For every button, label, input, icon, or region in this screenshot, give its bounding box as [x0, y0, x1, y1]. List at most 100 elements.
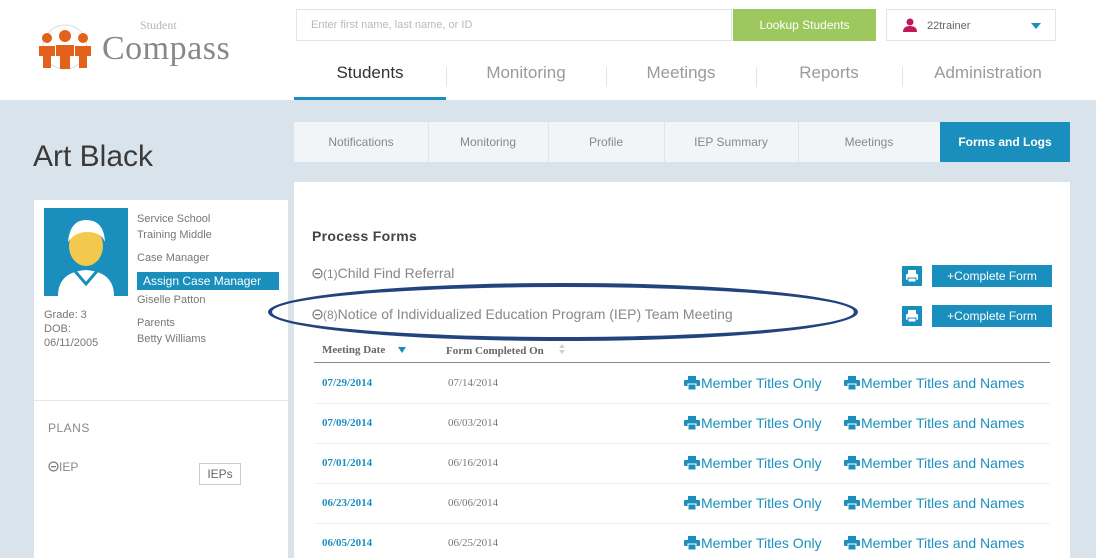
case-manager-value: Giselle Patton	[137, 294, 206, 306]
nav-administration[interactable]: Administration	[902, 63, 1074, 83]
printer-icon	[844, 376, 860, 390]
student-compass-logo[interactable]: Student Compass	[20, 10, 260, 90]
form-name: Notice of Individualized Education Progr…	[337, 306, 733, 322]
nav-students[interactable]: Students	[294, 63, 446, 83]
completed-on-value: 06/03/2014	[448, 417, 499, 429]
user-icon	[903, 18, 917, 32]
lookup-students-button[interactable]: Lookup Students	[733, 9, 876, 41]
column-header-label: Form Completed On	[446, 345, 544, 357]
sort-down-icon[interactable]	[397, 347, 406, 353]
printer-icon	[906, 310, 918, 323]
tab-iep-summary[interactable]: IEP Summary	[664, 122, 798, 162]
table-row: 07/29/2014 07/14/2014 Member Titles Only…	[314, 364, 1050, 404]
printer-icon	[844, 536, 860, 550]
student-name-heading: Art Black	[33, 140, 154, 173]
link-label: Member Titles Only	[701, 535, 822, 551]
link-label: Member Titles and Names	[861, 375, 1025, 391]
nav-monitoring[interactable]: Monitoring	[446, 63, 606, 83]
completed-on-value: 06/06/2014	[448, 497, 499, 509]
grade-value: Grade: 3	[44, 309, 87, 321]
printer-icon	[684, 416, 700, 430]
form-name: Child Find Referral	[337, 265, 455, 281]
tab-forms-and-logs[interactable]: Forms and Logs	[940, 122, 1070, 162]
column-header-meeting-date[interactable]: Meeting Date	[322, 344, 406, 356]
link-label: Member Titles and Names	[861, 415, 1025, 431]
completed-on-value: 06/16/2014	[448, 457, 499, 469]
expand-circle-icon[interactable]	[48, 461, 59, 472]
member-titles-only-link[interactable]: Member Titles Only	[684, 495, 822, 511]
printer-icon	[684, 376, 700, 390]
link-label: Member Titles Only	[701, 455, 822, 471]
member-titles-only-link[interactable]: Member Titles Only	[684, 455, 822, 471]
assign-case-manager-button[interactable]: Assign Case Manager	[137, 272, 279, 290]
process-forms-title: Process Forms	[312, 228, 418, 244]
nav-reports[interactable]: Reports	[756, 63, 902, 83]
student-avatar	[44, 208, 128, 296]
tab-notifications[interactable]: Notifications	[294, 122, 428, 162]
member-titles-and-names-link[interactable]: Member Titles and Names	[844, 535, 1024, 551]
table-row: 06/05/2014 06/25/2014 Member Titles Only…	[314, 524, 1050, 558]
tab-monitoring[interactable]: Monitoring	[428, 122, 548, 162]
plans-title: PLANS	[48, 421, 90, 435]
meeting-date-link[interactable]: 06/05/2014	[322, 537, 372, 549]
ieps-button[interactable]: IEPs	[199, 463, 241, 485]
tab-meetings[interactable]: Meetings	[798, 122, 940, 162]
user-menu[interactable]: 22trainer	[886, 9, 1056, 41]
form-item-iep-notice[interactable]: (8)Notice of Individualized Education Pr…	[312, 306, 733, 322]
link-label: Member Titles and Names	[861, 495, 1025, 511]
column-header-label: Meeting Date	[322, 344, 386, 356]
printer-icon	[684, 456, 700, 470]
member-titles-and-names-link[interactable]: Member Titles and Names	[844, 415, 1024, 431]
table-row: 07/09/2014 06/03/2014 Member Titles Only…	[314, 404, 1050, 444]
dob-label: DOB:	[44, 323, 71, 335]
plans-card: PLANS IEP IEPs	[34, 400, 288, 558]
meeting-date-link[interactable]: 07/09/2014	[322, 417, 372, 429]
case-manager-label: Case Manager	[137, 252, 210, 264]
meeting-date-link[interactable]: 07/29/2014	[322, 377, 372, 389]
meeting-date-link[interactable]: 06/23/2014	[322, 497, 372, 509]
form-number: (1)	[323, 267, 338, 281]
printer-icon	[844, 416, 860, 430]
table-header-divider	[314, 362, 1050, 363]
print-button[interactable]	[902, 266, 922, 286]
table-row: 07/01/2014 06/16/2014 Member Titles Only…	[314, 444, 1050, 484]
app-header: Student Compass Enter first name, last n…	[0, 0, 1096, 100]
column-header-form-completed[interactable]: Form Completed On	[446, 344, 565, 357]
nav-meetings[interactable]: Meetings	[606, 63, 756, 83]
dob-value: 06/11/2005	[44, 337, 99, 349]
chevron-down-icon[interactable]	[1031, 23, 1041, 29]
form-number: (8)	[323, 308, 338, 322]
table-row: 06/23/2014 06/06/2014 Member Titles Only…	[314, 484, 1050, 524]
student-search-input[interactable]: Enter first name, last name, or ID	[296, 9, 732, 41]
tab-profile[interactable]: Profile	[548, 122, 664, 162]
form-item-child-find[interactable]: (1)Child Find Referral	[312, 265, 454, 281]
member-titles-and-names-link[interactable]: Member Titles and Names	[844, 495, 1024, 511]
link-label: Member Titles Only	[701, 375, 822, 391]
logo-compass-text: Compass	[102, 30, 231, 67]
member-titles-and-names-link[interactable]: Member Titles and Names	[844, 375, 1024, 391]
completed-on-value: 07/14/2014	[448, 377, 499, 389]
plan-iep-item[interactable]: IEP	[48, 460, 78, 474]
plan-iep-label: IEP	[59, 460, 79, 474]
member-titles-only-link[interactable]: Member Titles Only	[684, 375, 822, 391]
link-label: Member Titles and Names	[861, 535, 1025, 551]
meeting-date-link[interactable]: 07/01/2014	[322, 457, 372, 469]
member-titles-only-link[interactable]: Member Titles Only	[684, 535, 822, 551]
service-school-value: Training Middle	[137, 229, 212, 241]
member-titles-only-link[interactable]: Member Titles Only	[684, 415, 822, 431]
expand-circle-icon[interactable]	[312, 268, 323, 279]
complete-form-button[interactable]: +Complete Form	[932, 305, 1052, 327]
content-area: Art Black Service School Training Middle…	[0, 100, 1096, 558]
forms-panel: Process Forms (1)Child Find Referral +Co…	[294, 182, 1070, 558]
logo-figures-icon	[39, 24, 91, 70]
link-label: Member Titles Only	[701, 495, 822, 511]
expand-circle-icon[interactable]	[312, 309, 323, 320]
member-titles-and-names-link[interactable]: Member Titles and Names	[844, 455, 1024, 471]
main-navigation: Students Monitoring Meetings Reports Adm…	[294, 55, 1074, 100]
parent-value: Betty Williams	[137, 333, 207, 345]
user-name: 22trainer	[927, 20, 971, 32]
print-button[interactable]	[902, 306, 922, 326]
complete-form-button[interactable]: +Complete Form	[932, 265, 1052, 287]
sort-icon[interactable]	[558, 344, 565, 354]
printer-icon	[844, 456, 860, 470]
